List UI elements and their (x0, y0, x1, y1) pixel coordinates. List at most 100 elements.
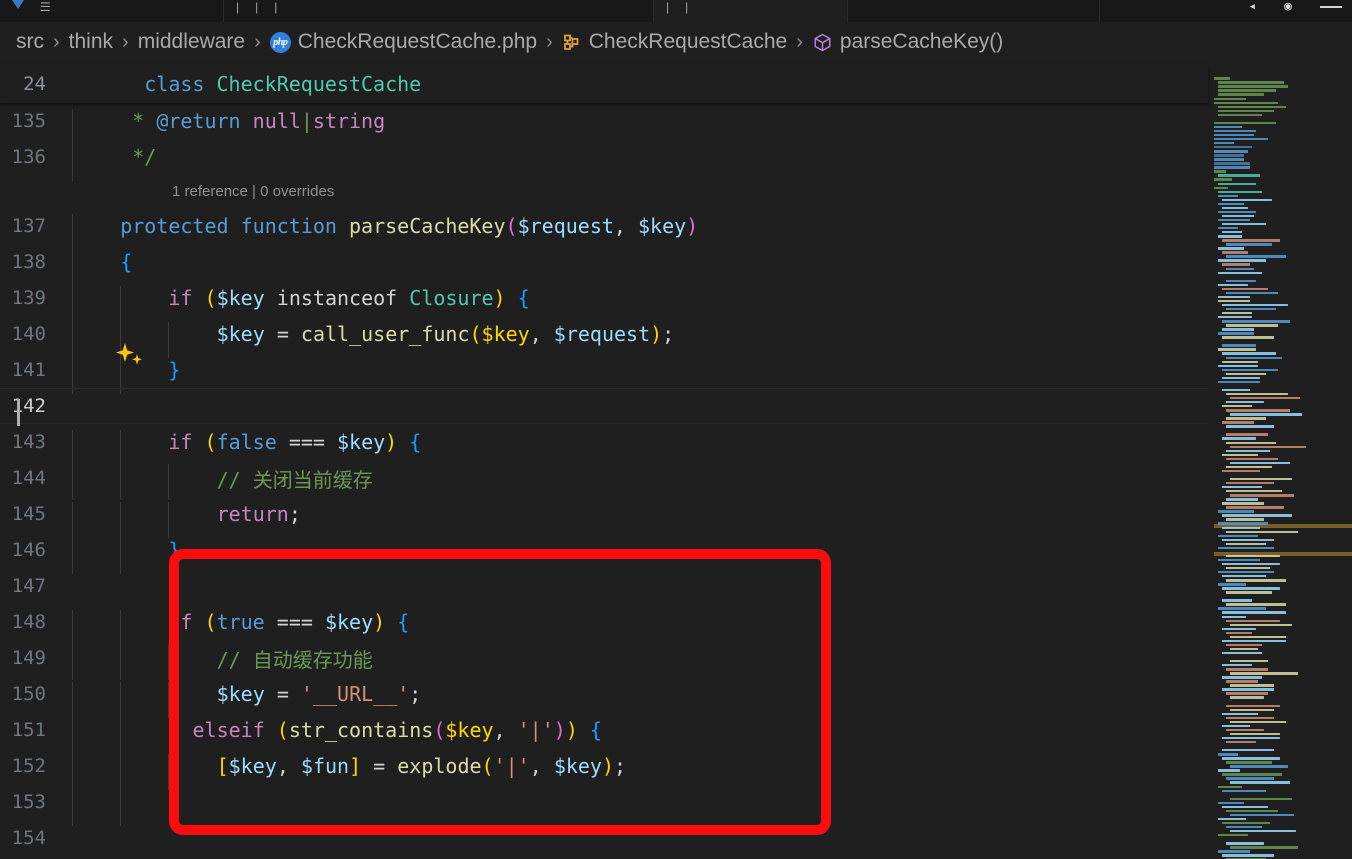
tab-glyph-icon: | (255, 1, 258, 13)
code-token: parseCacheKey (349, 214, 506, 238)
line-number: 135 (0, 110, 72, 132)
code-token: if (168, 430, 204, 454)
code-text: } (72, 538, 1208, 562)
code-text: if ($key instanceof Closure) { (72, 286, 1208, 310)
code-token: ] (349, 754, 361, 778)
code-line[interactable]: 150$key = '__URL__'; (0, 676, 1208, 712)
layout-panel-icon[interactable] (1320, 6, 1342, 8)
code-line[interactable]: 152[$key, $fun] = explode('|', $key); (0, 748, 1208, 784)
code-token: $fun (301, 754, 349, 778)
code-lens-label[interactable]: 1 reference | 0 overrides (172, 183, 334, 200)
code-token: $key (638, 214, 686, 238)
code-token: ( (205, 286, 217, 310)
code-line[interactable]: 148if (true === $key) { (0, 604, 1208, 640)
code-token: protected (120, 214, 240, 238)
code-token: $key (325, 610, 373, 634)
code-token: , (530, 754, 554, 778)
code-token: ) (650, 322, 662, 346)
code-text: } (72, 358, 1208, 382)
line-number: 151 (0, 719, 72, 741)
sticky-header-code: class CheckRequestCache (72, 48, 1208, 120)
code-line[interactable]: 153} (0, 784, 1208, 820)
code-token: return (217, 502, 289, 526)
line-number: 137 (0, 215, 72, 237)
lightbulb-icon[interactable]: ◉ (1284, 0, 1292, 13)
code-token: { (120, 250, 132, 274)
code-token (385, 610, 397, 634)
code-text: // 自动缓存功能 (72, 644, 1208, 673)
code-token: ( (205, 610, 217, 634)
code-line[interactable]: 146} (0, 532, 1208, 568)
code-token: === (289, 430, 337, 454)
editor-tab-active[interactable]: | | (654, 0, 848, 22)
code-line[interactable]: 142 (0, 388, 1208, 424)
code-text: protected function parseCacheKey($reques… (72, 214, 1208, 238)
code-token: } (168, 790, 180, 814)
code-token: ) (494, 286, 506, 310)
line-number: 154 (0, 827, 72, 849)
code-line[interactable]: 141} (0, 352, 1208, 388)
code-token (397, 430, 409, 454)
code-line[interactable]: 138{ (0, 244, 1208, 280)
code-text: { (72, 250, 1208, 274)
editor-tab-bar: ☰ | | | | | ◂ ◉ (0, 0, 1352, 22)
code-line[interactable]: 145return; (0, 496, 1208, 532)
code-line[interactable]: 140$key = call_user_func($key, $request)… (0, 316, 1208, 352)
code-token: ( (205, 430, 217, 454)
code-token: = (277, 682, 301, 706)
line-number: 150 (0, 683, 72, 705)
editor-tab[interactable]: | | | (224, 0, 654, 22)
play-triangle-icon (12, 0, 24, 9)
code-token: { (397, 610, 409, 634)
code-token: $key (229, 754, 277, 778)
code-line[interactable]: 149// 自动缓存功能 (0, 640, 1208, 676)
code-token: true (217, 610, 277, 634)
code-token: str_contains (289, 718, 434, 742)
editor-tab[interactable] (848, 0, 1100, 22)
code-lens[interactable]: 1 reference | 0 overrides (0, 175, 1208, 208)
code-text: return; (72, 502, 1208, 526)
breadcrumb-item-src[interactable]: src (16, 30, 44, 54)
code-line[interactable]: 151} elseif (str_contains($key, '|')) { (0, 712, 1208, 748)
line-number: 24 (0, 73, 72, 95)
code-token (180, 718, 192, 742)
code-line[interactable]: 154 (0, 820, 1208, 856)
code-token: { (518, 286, 530, 310)
code-token: ) (602, 754, 614, 778)
sparkle-icon[interactable] (112, 342, 152, 368)
editor-tab[interactable]: ☰ (0, 0, 224, 22)
tab-glyph-icon: | (236, 1, 239, 13)
code-token: // 关闭当前缓存 (217, 468, 373, 492)
sticky-scroll-header[interactable]: 24 class CheckRequestCache (0, 64, 1208, 103)
code-token: ( (469, 322, 481, 346)
editor-minimap[interactable] (1208, 64, 1352, 859)
code-token: , (494, 718, 518, 742)
code-token (578, 718, 590, 742)
tab-icons: | | (666, 1, 688, 13)
code-text: // 关闭当前缓存 (72, 464, 1208, 493)
code-line[interactable]: 139if ($key instanceof Closure) { (0, 280, 1208, 316)
code-line[interactable]: 143if (false === $key) { (0, 424, 1208, 460)
tab-icons: ☰ (12, 1, 51, 13)
code-text: } elseif (str_contains($key, '|')) { (72, 718, 1208, 742)
code-editor[interactable]: 135 * @return null|string136 */1 referen… (0, 103, 1208, 859)
code-line[interactable]: 137protected function parseCacheKey($req… (0, 208, 1208, 244)
code-text: } (72, 790, 1208, 814)
code-token: '|' (494, 754, 530, 778)
line-number: 141 (0, 359, 72, 381)
vscode-window: ☰ | | | | | ◂ ◉ src › thi (0, 0, 1352, 859)
menu-lines-icon: ☰ (40, 1, 51, 13)
code-token: ( (277, 718, 289, 742)
code-token: , (277, 754, 301, 778)
line-number: 148 (0, 611, 72, 633)
code-line[interactable]: 136 */ (0, 139, 1208, 175)
code-token: { (409, 430, 421, 454)
code-token: call_user_func (301, 322, 470, 346)
code-line[interactable]: 147 (0, 568, 1208, 604)
code-token: ( (482, 754, 494, 778)
split-editor-icon[interactable]: ◂ (1248, 0, 1256, 13)
code-line[interactable]: 144// 关闭当前缓存 (0, 460, 1208, 496)
code-token (506, 286, 518, 310)
editor-actions: ◂ ◉ (1248, 0, 1342, 22)
code-text (72, 394, 1208, 418)
